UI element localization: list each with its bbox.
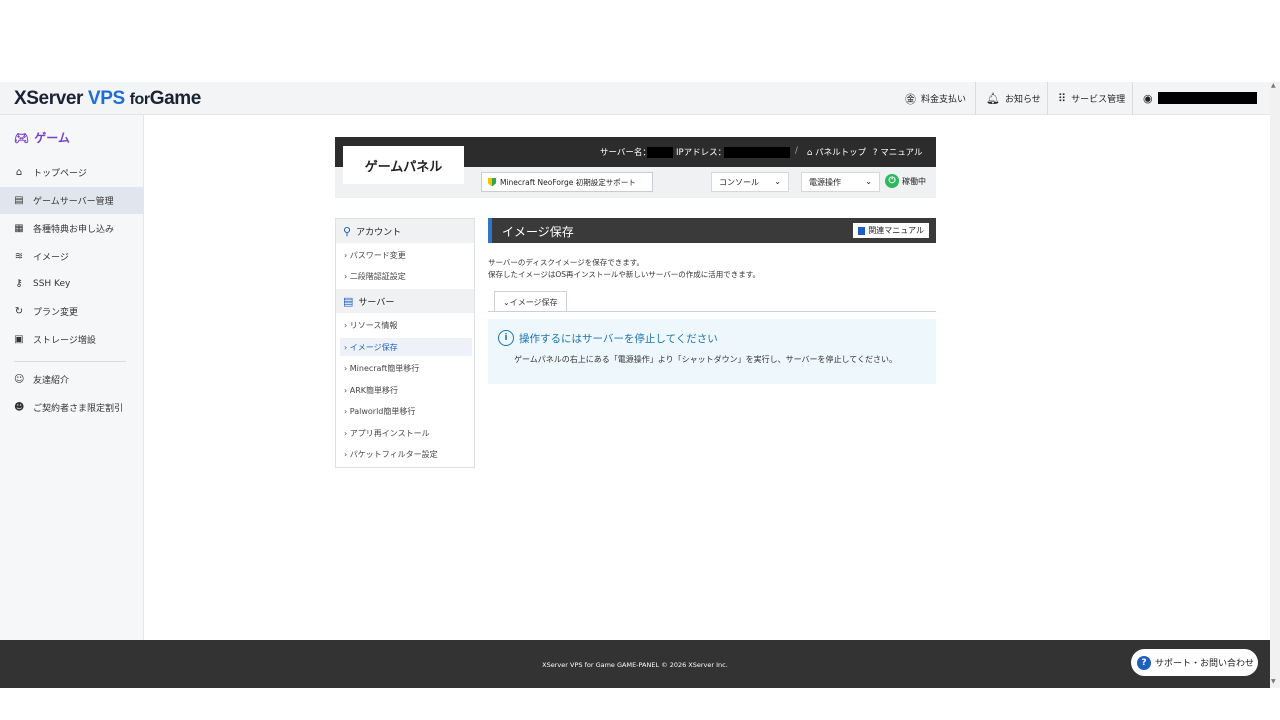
grid-icon: ⠿ [1058, 92, 1067, 105]
top-header: XServer VPS forGame ㊎ 料金支払い 🔔︎ お知らせ ⠿ サー… [0, 82, 1270, 115]
gift-icon: ▦ [14, 223, 24, 234]
support-button[interactable]: ? サポート・お問い合わせ [1131, 649, 1258, 676]
yen-icon: ㊎ [905, 92, 916, 106]
panel-menu: ⚲ アカウント › パスワード変更 › 二段階認証設定 ▤ サーバー › リソー… [335, 218, 475, 468]
storage-icon: ▣ [14, 334, 24, 345]
beginner-leaf-icon [488, 177, 496, 187]
menu-item-resources[interactable]: › リソース情報 [340, 316, 472, 334]
breadcrumb-separator: / [795, 146, 798, 156]
gamepad-icon: 🎮︎ [14, 130, 30, 145]
menu-item-minecraft-migrate[interactable]: › Minecraft簡単移行 [340, 359, 472, 377]
notice-title: i 操作するにはサーバーを停止してください [498, 330, 718, 346]
friend-icon: ☺ [14, 374, 25, 385]
ip-address-label: IPアドレス： [676, 148, 727, 158]
redacted-username [1158, 92, 1257, 104]
scroll-up-arrow-icon[interactable]: ▲ [1271, 82, 1276, 89]
sidebar-divider [14, 361, 126, 362]
description-line-1: サーバーのディスクイメージを保存できます。 [488, 258, 644, 267]
panel-header: サーバー名： IPアドレス： / ⌂ パネルトップ ? マニュアル ゲームパネル… [335, 137, 936, 198]
refresh-icon: ↻ [14, 306, 24, 317]
menu-item-password[interactable]: › パスワード変更 [340, 246, 472, 264]
menu-item-image-save[interactable]: › イメージ保存 [340, 338, 472, 356]
page-title-bar: イメージ保存 関連マニュアル [488, 218, 936, 243]
question-icon: ? [1137, 655, 1151, 670]
menu-item-app-reinstall[interactable]: › アプリ再インストール [340, 424, 472, 442]
sidebar-item-member-discount[interactable]: ☻ ご契約者さま限定割引 [0, 394, 144, 421]
home-icon: ⌂ [807, 148, 813, 158]
brand-logo[interactable]: XServer VPS forGame [14, 88, 201, 110]
server-status: ⏻ 稼働中 [885, 174, 926, 188]
menu-item-packet-filter[interactable]: › パケットフィルター設定 [340, 445, 472, 463]
sidebar-item-top-page[interactable]: ⌂ トップページ [0, 159, 144, 186]
game-panel-logo[interactable]: ゲームパネル [343, 146, 464, 184]
bell-icon: 🔔︎ [986, 92, 1000, 105]
services-link[interactable]: ⠿ サービス管理 [1047, 82, 1135, 115]
server-name-label: サーバー名： [600, 148, 651, 158]
server-heading: ▤ サーバー [336, 289, 474, 313]
chevron-down-icon: ⌄ [865, 177, 872, 186]
page-title: イメージ保存 [502, 225, 574, 239]
footer: XServer VPS for Game GAME-PANEL © 2026 X… [0, 640, 1270, 688]
key-icon: ⚷ [15, 278, 23, 289]
member-icon: ☻ [14, 402, 25, 413]
power-select[interactable]: 電源操作 ⌄ [801, 172, 880, 192]
home-icon: ⌂ [15, 167, 23, 178]
notices-link[interactable]: 🔔︎ お知らせ [975, 82, 1051, 115]
info-icon: i [498, 330, 514, 346]
sidebar-title: 🎮︎ ゲーム [14, 130, 70, 146]
billing-link[interactable]: ㊎ 料金支払い [895, 82, 976, 115]
sidebar-item-game-server[interactable]: ▤ ゲームサーバー管理 [0, 187, 144, 214]
layers-icon: ≋ [14, 251, 24, 262]
power-icon: ⏻ [885, 174, 899, 188]
neoforge-setup-button[interactable]: Minecraft NeoForge 初期設定サポート [481, 172, 653, 192]
sidebar-item-plan-change[interactable]: ↻ プラン変更 [0, 298, 144, 325]
console-select[interactable]: コンソール ⌄ [711, 172, 789, 192]
sidebar-item-referral[interactable]: ☺ 友達紹介 [0, 366, 144, 393]
sidebar: 🎮︎ ゲーム ⌂ トップページ ▤ ゲームサーバー管理 ▦ 各種特典お申し込み … [0, 115, 144, 640]
page-scrollbar[interactable] [1270, 82, 1280, 688]
server-icon: ▤ [343, 294, 354, 308]
account-heading: ⚲ アカウント [336, 219, 474, 243]
panel-top-link[interactable]: ⌂ パネルトップ [807, 146, 866, 158]
manual-link[interactable]: ? マニュアル [873, 146, 922, 158]
description-line-2: 保存したイメージはOS再インストールや新しいサーバーの作成に活用できます。 [488, 270, 761, 279]
sidebar-item-ssh-key[interactable]: ⚷ SSH Key [0, 270, 144, 297]
menu-item-palworld-migrate[interactable]: › Palworld簡単移行 [340, 402, 472, 420]
copyright: XServer VPS for Game GAME-PANEL © 2026 X… [542, 661, 728, 669]
book-icon [858, 226, 866, 235]
menu-item-ark-migrate[interactable]: › ARK簡単移行 [340, 381, 472, 399]
sidebar-item-image[interactable]: ≋ イメージ [0, 243, 144, 270]
help-icon: ? [873, 148, 878, 158]
server-icon: ▤ [14, 195, 24, 206]
tab-image-save[interactable]: ⌄イメージ保存 [494, 291, 567, 312]
sidebar-item-benefits[interactable]: ▦ 各種特典お申し込み [0, 215, 144, 242]
menu-item-2fa[interactable]: › 二段階認証設定 [340, 267, 472, 285]
user-icon: ◉ [1143, 92, 1153, 105]
sidebar-item-storage[interactable]: ▣ ストレージ増設 [0, 326, 144, 353]
account-icon: ⚲ [343, 224, 352, 238]
info-notice: i 操作するにはサーバーを停止してください ゲームパネルの右上にある「電源操作」… [488, 319, 936, 384]
redacted-ip-address [724, 147, 790, 158]
notice-body: ゲームパネルの右上にある「電源操作」より「シャットダウン」を実行し、サーバーを停… [514, 355, 898, 364]
tab-underline [488, 311, 936, 312]
related-manual-button[interactable]: 関連マニュアル [853, 223, 929, 238]
chevron-down-icon: ⌄ [774, 177, 781, 186]
scroll-down-arrow-icon[interactable]: ▼ [1271, 678, 1276, 685]
redacted-server-name [647, 147, 673, 158]
